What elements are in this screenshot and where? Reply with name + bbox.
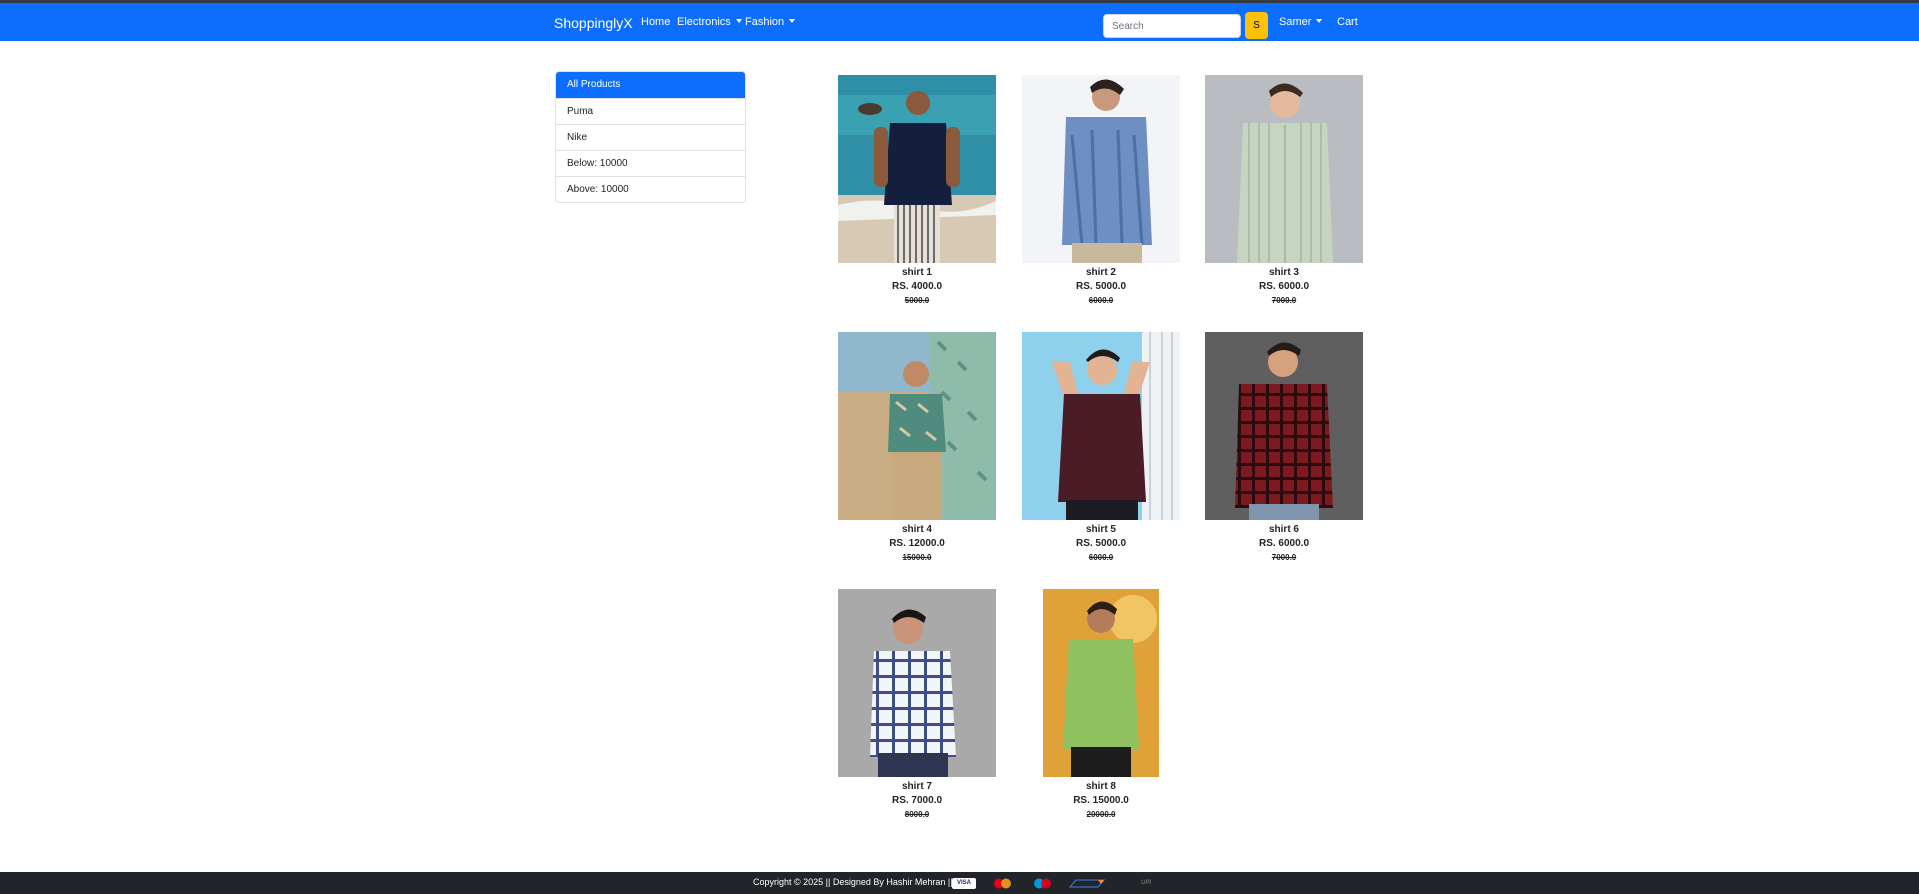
product-price: RS. 5000.0 [1075,281,1127,292]
nav-fashion-dropdown[interactable]: Fashion [745,16,796,28]
product-price: RS. 6000.0 [1258,538,1310,549]
chevron-down-icon [1316,19,1323,23]
product-original-price: 6000.0 [1088,553,1114,562]
product-card[interactable]: shirt 3 RS. 6000.0 7000.0 [1205,75,1363,308]
chevron-down-icon [735,19,742,23]
footer: Copyright © 2025 || Designed By Hashir M… [0,872,1919,894]
navbar: ShoppinglyX Home Electronics Fashion S S… [0,3,1919,41]
product-name[interactable]: shirt 4 [838,523,996,537]
product-image[interactable] [838,75,996,263]
cart-link[interactable]: Cart [1337,16,1358,28]
product-name[interactable]: shirt 2 [1022,266,1180,280]
filter-list: All Products Puma Nike Below: 10000 Abov… [555,71,746,203]
filter-nike[interactable]: Nike [556,124,745,150]
chevron-down-icon [789,19,796,23]
product-image[interactable] [1043,589,1159,777]
nav-home-link[interactable]: Home [641,16,670,28]
upi-icon: UPI [1140,880,1151,886]
product-name[interactable]: shirt 1 [838,266,996,280]
product-name[interactable]: shirt 6 [1205,523,1363,537]
product-image[interactable] [838,332,996,520]
search-button[interactable]: S [1245,12,1268,39]
product-original-price: 7000.0 [1271,296,1297,305]
visa-icon: VISA [952,878,976,889]
product-image[interactable] [1022,332,1180,520]
filter-below-10000[interactable]: Below: 10000 [556,150,745,176]
product-price: RS. 6000.0 [1258,281,1310,292]
product-image[interactable] [1205,75,1363,263]
product-name[interactable]: shirt 5 [1022,523,1180,537]
search-input[interactable] [1103,14,1241,38]
product-original-price: 20000.0 [1086,810,1116,819]
product-name[interactable]: shirt 3 [1205,266,1363,280]
product-card[interactable]: shirt 4 RS. 12000.0 15000.0 [838,332,996,565]
product-name[interactable]: shirt 7 [838,780,996,794]
footer-copyright: Copyright © 2025 || Designed By Hashir M… [753,877,953,887]
filter-puma[interactable]: Puma [556,98,745,124]
rupay-icon [1068,878,1108,889]
product-card[interactable]: shirt 2 RS. 5000.0 6000.0 [1022,75,1180,308]
product-card[interactable]: shirt 6 RS. 6000.0 7000.0 [1205,332,1363,565]
product-original-price: 6000.0 [1088,296,1114,305]
user-menu-dropdown[interactable]: Samer [1279,16,1323,28]
product-image[interactable] [838,589,996,777]
product-card[interactable]: shirt 1 RS. 4000.0 5000.0 [838,75,996,308]
product-original-price: 15000.0 [902,553,932,562]
product-name[interactable]: shirt 8 [1022,780,1180,794]
nav-electronics-label: Electronics [677,16,731,28]
product-price: RS. 7000.0 [891,795,943,806]
filter-above-10000[interactable]: Above: 10000 [556,176,745,202]
product-image[interactable] [1022,75,1180,263]
user-name: Samer [1279,16,1312,28]
product-price: RS. 4000.0 [891,281,943,292]
product-price: RS. 15000.0 [1073,795,1129,806]
filter-all-products[interactable]: All Products [556,72,745,98]
product-card[interactable]: shirt 8 RS. 15000.0 20000.0 [1022,589,1180,822]
product-original-price: 5000.0 [904,296,930,305]
product-card[interactable]: shirt 7 RS. 7000.0 8000.0 [838,589,996,822]
product-card[interactable]: shirt 5 RS. 5000.0 6000.0 [1022,332,1180,565]
product-original-price: 8000.0 [904,810,930,819]
maestro-icon [1030,878,1056,889]
nav-electronics-dropdown[interactable]: Electronics [677,16,742,28]
product-price: RS. 5000.0 [1075,538,1127,549]
brand-logo[interactable]: ShoppinglyX [554,15,633,31]
product-price: RS. 12000.0 [889,538,945,549]
product-original-price: 7000.0 [1271,553,1297,562]
product-image[interactable] [1205,332,1363,520]
nav-fashion-label: Fashion [745,16,785,28]
mastercard-icon [990,878,1016,889]
